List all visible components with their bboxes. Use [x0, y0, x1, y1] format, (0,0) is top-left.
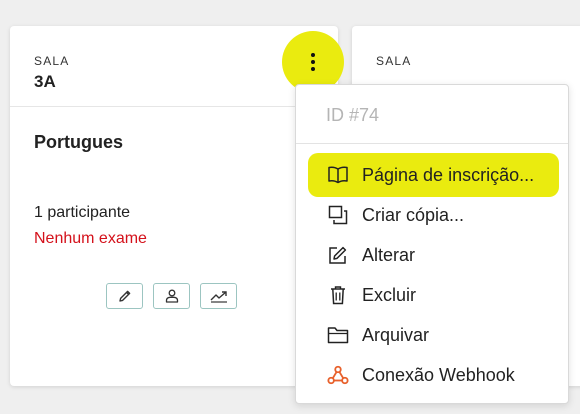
menu-item-archive[interactable]: Arquivar	[308, 315, 558, 355]
more-options-button[interactable]	[302, 50, 324, 74]
kebab-dot	[311, 67, 315, 71]
menu-item-edit[interactable]: Alterar	[308, 235, 558, 275]
copy-icon	[327, 204, 349, 226]
course-name: Portugues	[34, 132, 124, 152]
menu-item-delete[interactable]: Excluir	[308, 275, 558, 315]
card-actions	[106, 283, 237, 309]
reports-button[interactable]	[200, 283, 237, 309]
webhook-icon	[327, 364, 349, 386]
menu-divider	[296, 143, 568, 144]
participants-button[interactable]	[153, 283, 190, 309]
menu-id-label: ID #74	[326, 105, 380, 125]
kebab-dot	[311, 60, 315, 64]
user-icon	[165, 289, 178, 303]
exams-status: Nenhum exame	[34, 230, 147, 247]
participants-count: 1 participante	[34, 204, 131, 221]
trash-icon	[327, 284, 349, 306]
sala-label: SALA	[34, 54, 70, 68]
menu-item-label: Criar cópia...	[362, 204, 465, 225]
menu-item-enrollment-page[interactable]: Página de inscrição...	[308, 153, 559, 197]
sala-code: 3A	[34, 72, 56, 91]
menu-item-label: Página de inscrição...	[362, 164, 535, 185]
context-menu: ID #74 Página de inscrição... Criar cópi…	[295, 84, 569, 404]
trend-chart-icon	[210, 291, 227, 303]
book-icon	[327, 164, 349, 186]
menu-item-label: Conexão Webhook	[362, 364, 515, 385]
menu-item-label: Arquivar	[362, 324, 430, 345]
menu-item-label: Alterar	[362, 244, 416, 265]
kebab-dot	[311, 53, 315, 57]
menu-item-label: Excluir	[362, 284, 417, 305]
folder-icon	[327, 324, 349, 346]
edit-button[interactable]	[106, 283, 143, 309]
menu-item-webhook[interactable]: Conexão Webhook	[308, 355, 558, 395]
edit-icon	[327, 244, 349, 266]
sala-label: SALA	[376, 54, 412, 68]
menu-item-copy[interactable]: Criar cópia...	[308, 195, 558, 235]
pencil-icon	[118, 290, 130, 302]
